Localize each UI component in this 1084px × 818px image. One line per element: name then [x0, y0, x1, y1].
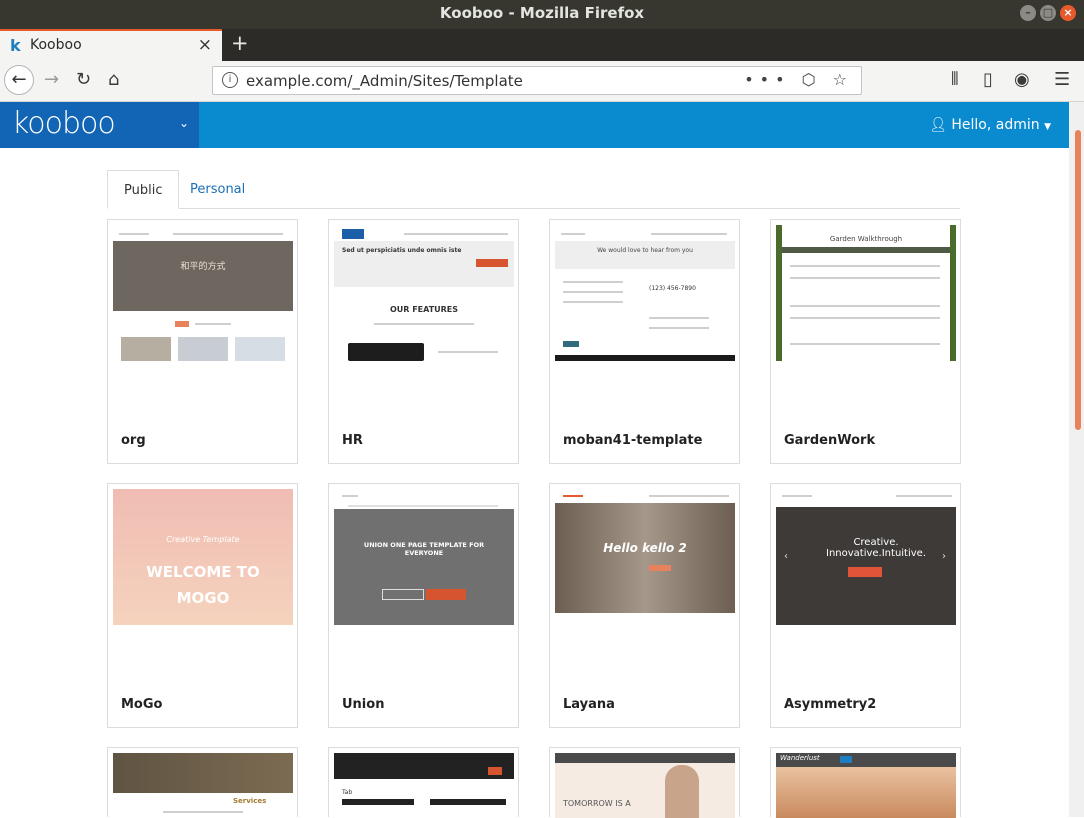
kooboo-favicon-icon: k	[10, 36, 21, 55]
template-name: Union	[342, 697, 385, 712]
template-card[interactable]: Hello kello 2 Layana	[549, 483, 740, 728]
chevron-right-icon: ›	[942, 551, 946, 562]
template-thumbnail: TOMORROW IS A	[555, 753, 735, 818]
template-thumbnail: UNION ONE PAGE TEMPLATE FOR EVERYONE	[334, 489, 514, 625]
sidebar-icon[interactable]: ▯	[983, 69, 993, 90]
url-bar[interactable]: i example.com/_Admin/Sites/Template ••• …	[212, 66, 862, 95]
thumb-banner-text: Services	[233, 797, 267, 805]
template-thumbnail: Creative. Innovative.Intuitive. ‹ ›	[776, 489, 956, 625]
url-text[interactable]: example.com/_Admin/Sites/Template	[246, 72, 523, 90]
thumb-detail-text: (123) 456-7890	[649, 285, 696, 292]
brand-switcher[interactable]: kooboo ⌄	[0, 102, 199, 148]
template-thumbnail: Hello kello 2	[555, 489, 735, 625]
template-card[interactable]: Services	[107, 747, 298, 818]
thumb-section-title: OUR FEATURES	[389, 305, 459, 314]
template-name: HR	[342, 433, 363, 448]
forward-icon[interactable]: →	[44, 69, 59, 90]
template-tabs: Public Personal	[107, 170, 960, 209]
chevron-left-icon: ‹	[784, 551, 788, 562]
template-name: GardenWork	[784, 433, 876, 448]
template-thumbnail: Garden Walkthrough	[776, 225, 956, 361]
thumb-subtitle: Creative Template	[166, 535, 240, 544]
window-controls: – □ ×	[1020, 5, 1076, 21]
template-name: Layana	[563, 697, 615, 712]
thumb-banner-text: Creative. Innovative.Intuitive.	[826, 537, 927, 559]
account-icon[interactable]: ◉	[1014, 69, 1030, 90]
user-icon: 👤︎	[929, 117, 947, 133]
site-info-icon[interactable]: i	[222, 72, 238, 88]
caret-down-icon: ▼	[1044, 122, 1051, 132]
template-thumbnail: Creative Template WELCOME TO MOGO	[113, 489, 293, 625]
template-thumbnail: Wanderlust	[776, 753, 956, 818]
back-icon[interactable]: ←	[4, 65, 34, 95]
new-tab-icon[interactable]: +	[231, 31, 249, 55]
home-icon[interactable]: ⌂	[108, 69, 119, 90]
thumb-banner-text: Wanderlust	[780, 754, 820, 762]
template-name: Asymmetry2	[784, 697, 877, 712]
window-title: Kooboo - Mozilla Firefox	[439, 4, 645, 22]
thumb-banner-text: UNION ONE PAGE TEMPLATE FOR EVERYONE	[363, 541, 485, 557]
template-card[interactable]: We would love to hear from you (123) 456…	[549, 219, 740, 464]
tab-public[interactable]: Public	[107, 170, 180, 209]
minimize-icon[interactable]: –	[1020, 5, 1036, 21]
user-menu[interactable]: 👤︎ Hello, admin ▼	[929, 117, 1051, 133]
template-thumbnail: We would love to hear from you (123) 456…	[555, 225, 735, 361]
template-name: MoGo	[121, 697, 163, 712]
tab-personal[interactable]: Personal	[174, 170, 261, 209]
template-card[interactable]: TOMORROW IS A	[549, 747, 740, 818]
template-thumbnail: 和平的方式	[113, 225, 293, 361]
chevron-down-icon: ⌄	[178, 116, 189, 130]
template-card[interactable]: 和平的方式 org	[107, 219, 298, 464]
user-label: Hello, admin	[951, 117, 1040, 133]
template-card[interactable]: Creative Template WELCOME TO MOGO MoGo	[107, 483, 298, 728]
scrollbar-thumb[interactable]	[1075, 130, 1081, 430]
browser-tabstrip: k Kooboo × +	[0, 29, 1084, 61]
template-card[interactable]: Sed ut perspiciatis unde omnis iste OUR …	[328, 219, 519, 464]
close-tab-icon[interactable]: ×	[198, 35, 212, 55]
template-card[interactable]: Creative. Innovative.Intuitive. ‹ › Asym…	[770, 483, 961, 728]
close-window-icon[interactable]: ×	[1060, 5, 1076, 21]
page-actions-icon[interactable]: ••• ⬡ ☆	[744, 70, 853, 89]
thumb-banner-text: We would love to hear from you	[597, 247, 693, 254]
library-icon[interactable]: ⫴	[951, 69, 959, 90]
kooboo-logo: kooboo	[12, 106, 116, 141]
thumb-banner-text: Garden Walkthrough	[829, 235, 903, 243]
thumb-banner-text: Tab	[342, 789, 353, 796]
template-thumbnail: Tab	[334, 753, 514, 818]
template-name: org	[121, 433, 146, 448]
thumb-banner-text: Hello kello 2	[603, 541, 687, 555]
maximize-icon[interactable]: □	[1040, 5, 1056, 21]
template-thumbnail: Services	[113, 753, 293, 818]
template-card[interactable]: Tab	[328, 747, 519, 818]
template-card[interactable]: Wanderlust	[770, 747, 961, 818]
browser-tab[interactable]: k Kooboo ×	[0, 29, 222, 61]
thumb-banner-text: WELCOME TO MOGO	[146, 563, 260, 607]
thumb-banner-text: TOMORROW IS A	[563, 799, 631, 808]
template-thumbnail: Sed ut perspiciatis unde omnis iste OUR …	[334, 225, 514, 361]
browser-navbar: ← → ↻ ⌂ i example.com/_Admin/Sites/Templ…	[0, 61, 1084, 102]
thumb-banner-text: 和平的方式	[180, 262, 226, 272]
template-card[interactable]: Garden Walkthrough GardenWork	[770, 219, 961, 464]
template-card[interactable]: UNION ONE PAGE TEMPLATE FOR EVERYONE Uni…	[328, 483, 519, 728]
browser-tab-title: Kooboo	[30, 37, 82, 53]
reload-icon[interactable]: ↻	[76, 69, 91, 90]
menu-icon[interactable]: ☰	[1054, 69, 1070, 90]
thumb-banner-text: Sed ut perspiciatis unde omnis iste	[342, 247, 462, 254]
window-titlebar: Kooboo - Mozilla Firefox – □ ×	[0, 0, 1084, 29]
template-name: moban41-template	[563, 433, 703, 448]
app-header: kooboo ⌄ 👤︎ Hello, admin ▼	[0, 102, 1069, 148]
